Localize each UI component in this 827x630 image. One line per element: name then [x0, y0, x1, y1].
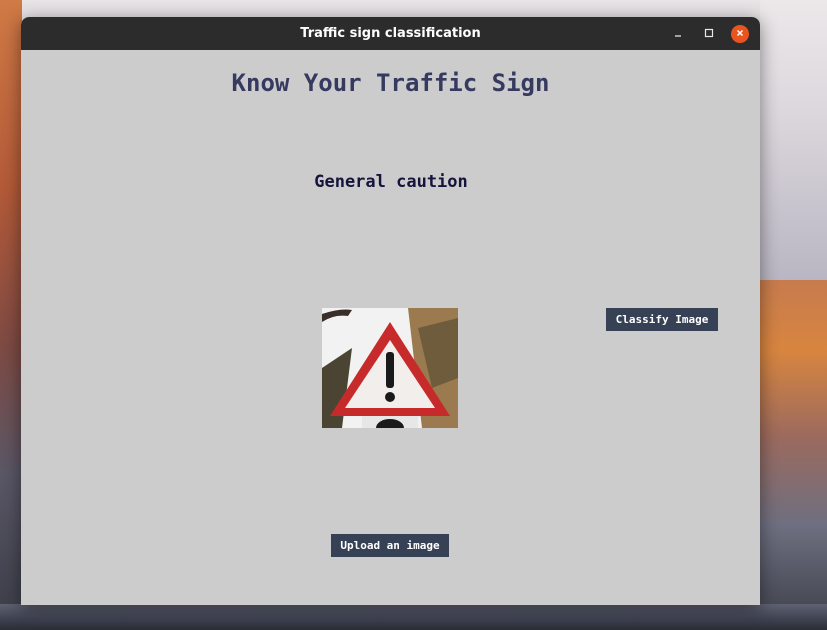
window-title: Traffic sign classification: [300, 26, 481, 41]
app-window: Traffic sign classification Know Your Tr…: [21, 17, 760, 605]
classify-image-button[interactable]: Classify Image: [606, 308, 718, 331]
app-heading: Know Your Traffic Sign: [231, 69, 550, 97]
maximize-icon: [704, 27, 714, 42]
wallpaper-sky-right: [760, 0, 827, 280]
wallpaper-rock-right: [760, 280, 827, 630]
warning-sign-icon: [322, 308, 458, 428]
classification-result: General caution: [314, 172, 468, 192]
minimize-icon: [673, 27, 683, 42]
wallpaper-rock-left: [0, 0, 22, 630]
upload-image-button[interactable]: Upload an image: [331, 534, 449, 557]
close-icon: [735, 27, 745, 42]
wallpaper-rock-bottom: [0, 604, 827, 630]
minimize-button[interactable]: [668, 24, 688, 44]
window-titlebar[interactable]: Traffic sign classification: [21, 17, 760, 50]
close-button[interactable]: [731, 25, 749, 43]
maximize-button[interactable]: [699, 24, 719, 44]
uploaded-sign-image: [322, 308, 458, 428]
